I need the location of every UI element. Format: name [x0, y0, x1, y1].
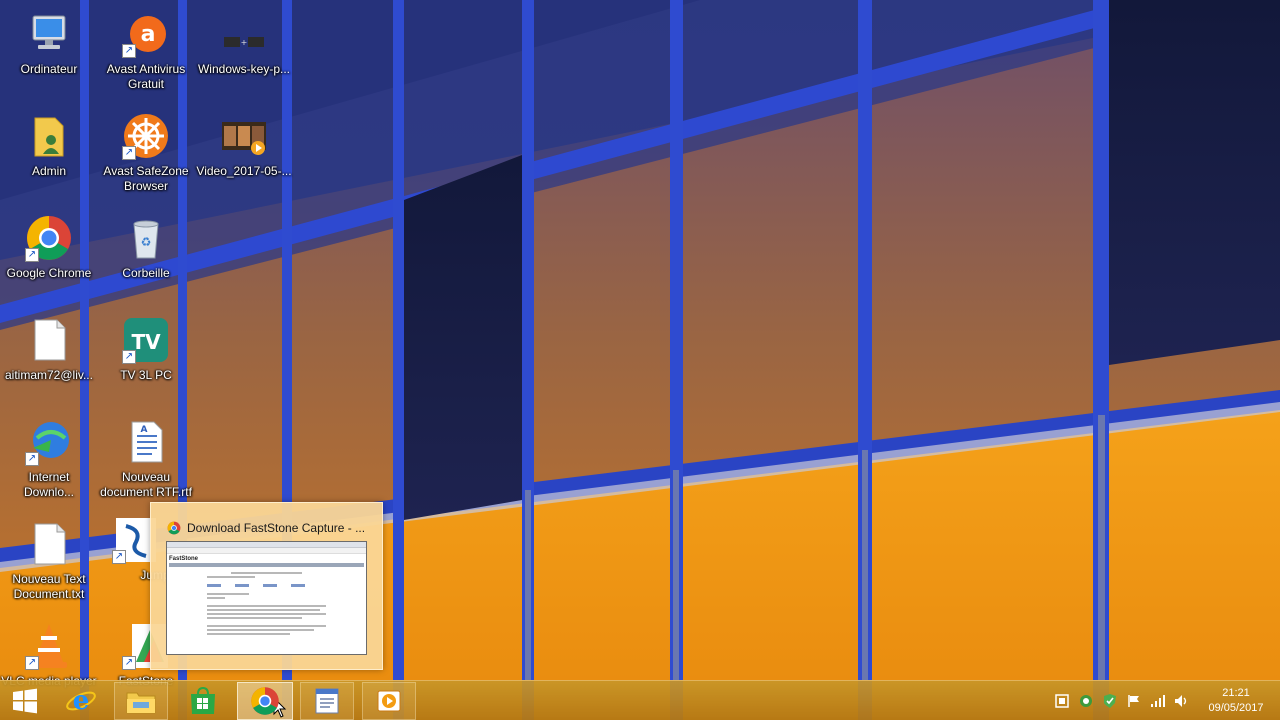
wordpad-icon [315, 688, 339, 714]
shortcut-arrow-icon: ↗ [122, 350, 136, 364]
preview-title-row: Download FastStone Capture - ... [167, 519, 372, 537]
taskbar-windows-store[interactable] [174, 681, 232, 720]
preview-title: Download FastStone Capture - ... [187, 521, 366, 535]
internet-explorer-icon: e [66, 686, 96, 716]
avast-safezone-icon: ↗ [122, 112, 170, 160]
shortcut-arrow-icon: ↗ [25, 248, 39, 262]
action-center-flag-icon[interactable] [1122, 681, 1146, 720]
desktop-icon-internet-download-manager[interactable]: ↗ Internet Downlo... [1, 418, 97, 500]
system-tray: 21:21 09/05/2017 [1050, 681, 1280, 720]
desktop-icon-corbeille[interactable]: ♻ Corbeille [98, 214, 194, 281]
taskbar-internet-explorer[interactable]: e [52, 681, 110, 720]
taskbar-media-player[interactable] [360, 681, 418, 720]
shortcut-arrow-icon: ↗ [122, 656, 136, 670]
rtf-document-icon: A [122, 418, 170, 466]
taskbar-wordpad[interactable] [298, 681, 356, 720]
desktop-icon-label: Internet Downlo... [23, 470, 75, 499]
desktop-icon-google-chrome[interactable]: ↗ Google Chrome [1, 214, 97, 281]
shortcut-arrow-icon: ↗ [25, 656, 39, 670]
svg-text:a: a [141, 22, 156, 47]
svg-text:A: A [141, 425, 148, 435]
chrome-icon [167, 521, 181, 535]
desktop-icon-label: TV 3L PC [120, 368, 172, 382]
taskbar-clock[interactable]: 21:21 09/05/2017 [1200, 686, 1272, 716]
desktop-icon-nouveau-rtf[interactable]: A Nouveau document RTF.rtf [98, 418, 194, 500]
update-shield-icon[interactable] [1098, 681, 1122, 720]
desktop-icon-label: Corbeille [122, 266, 170, 280]
preview-window-thumbnail[interactable]: FastStone [166, 541, 367, 655]
file-explorer-icon [126, 692, 156, 714]
desktop-icon-avast-safezone[interactable]: ↗ Avast SafeZone Browser [98, 112, 194, 194]
desktop-icon-admin[interactable]: Admin [1, 112, 97, 179]
desktop-icon-ordinateur[interactable]: Ordinateur [1, 10, 97, 77]
desktop-icon-tv3l-pc[interactable]: TV ↗ TV 3L PC [98, 316, 194, 383]
user-folder-icon [25, 112, 73, 160]
taskbar: e 21:21 09/05/2017 [0, 680, 1280, 720]
thumb-page-body [167, 568, 366, 639]
thumb-nav-bar [169, 563, 364, 567]
windows-store-icon [191, 686, 215, 714]
chrome-icon: ↗ [25, 214, 73, 262]
clock-date: 09/05/2017 [1208, 702, 1264, 714]
text-file-icon [25, 316, 73, 364]
windows-start-icon [13, 688, 37, 714]
svg-text:e: e [73, 686, 90, 716]
thumb-site-brand: FastStone [169, 556, 199, 562]
video-file-icon: + [220, 10, 268, 58]
desktop-icon-label: Admin [31, 164, 66, 178]
desktop-icon-video-2017[interactable]: Video_2017-05-... [196, 112, 292, 179]
media-player-icon [377, 690, 401, 712]
desktop-icon-label: Google Chrome [6, 266, 92, 280]
svg-text:+: + [241, 38, 248, 47]
clock-time: 21:21 [1222, 687, 1250, 699]
volume-icon[interactable] [1170, 681, 1194, 720]
desktop-icon-vlc[interactable]: ↗ VLC media player [1, 622, 97, 689]
start-button[interactable] [0, 681, 50, 720]
desktop-icon-label: Nouveau Text Document.txt [12, 572, 86, 601]
filmstrip-icon[interactable] [1050, 681, 1074, 720]
taskbar-file-explorer[interactable] [112, 681, 170, 720]
recycle-bin-icon: ♻ [122, 214, 170, 262]
shortcut-arrow-icon: ↗ [122, 44, 136, 58]
desktop-icon-windows-key-video[interactable]: + Windows-key-p... [196, 10, 292, 77]
desktop-icon-label: Nouveau document RTF.rtf [100, 470, 192, 499]
svg-text:♻: ♻ [141, 235, 152, 249]
desktop-icon-label: Ordinateur [20, 62, 78, 76]
desktop-icon-label: Windows-key-p... [197, 62, 291, 76]
computer-icon [25, 10, 73, 58]
video-file-icon [220, 112, 268, 160]
vlc-icon: ↗ [25, 622, 73, 670]
shortcut-arrow-icon: ↗ [122, 146, 136, 160]
desktop-icon-label: Video_2017-05-... [196, 164, 292, 178]
internet-download-manager-icon: ↗ [25, 418, 73, 466]
shortcut-arrow-icon: ↗ [112, 550, 126, 564]
chrome-icon [251, 687, 279, 715]
signal-bars-icon[interactable] [1146, 681, 1170, 720]
shortcut-arrow-icon: ↗ [25, 452, 39, 466]
desktop-icon-aitimam-text[interactable]: aitimam72@liv... [1, 316, 97, 383]
desktop-icon-nouveau-text[interactable]: Nouveau Text Document.txt [1, 520, 97, 602]
taskbar-thumbnail-preview[interactable]: Download FastStone Capture - ... FastSto… [150, 502, 383, 670]
network-share-icon[interactable] [1074, 681, 1098, 720]
tv3l-icon: TV ↗ [122, 316, 170, 364]
text-file-icon [25, 520, 73, 568]
desktop-icon-avast-antivirus[interactable]: a ↗ Avast Antivirus Gratuit [98, 10, 194, 92]
avast-antivirus-icon: a ↗ [122, 10, 170, 58]
desktop-icon-label: Avast Antivirus Gratuit [106, 62, 186, 91]
desktop-icon-label: Avast SafeZone Browser [103, 164, 189, 193]
desktop-icon-label: aitimam72@liv... [5, 368, 93, 382]
